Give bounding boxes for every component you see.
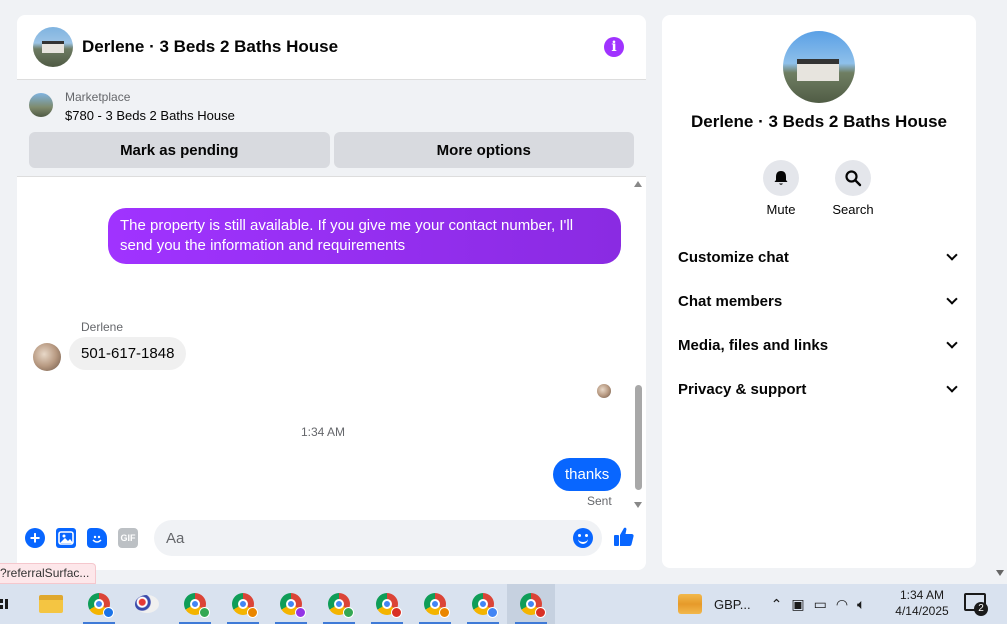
sender-avatar[interactable] xyxy=(33,343,61,371)
chrome-icon xyxy=(280,593,306,618)
wifi-icon[interactable]: ◠ xyxy=(836,596,848,613)
emoji-icon[interactable] xyxy=(573,528,593,548)
scrollbar-thumb[interactable] xyxy=(635,385,642,490)
profile-badge-icon xyxy=(535,607,546,618)
scroll-up-arrow-icon[interactable] xyxy=(634,181,642,187)
chrome-icon xyxy=(424,593,450,618)
listing-price-title[interactable]: $780 - 3 Beds 2 Baths House xyxy=(65,106,634,126)
clock-date: 4/14/2025 xyxy=(895,604,949,618)
outgoing-message[interactable]: thanks xyxy=(553,458,622,491)
profile-badge-icon xyxy=(343,607,354,618)
message-scrollbar[interactable] xyxy=(634,177,646,511)
taskbar-chrome-1[interactable] xyxy=(75,584,123,624)
section-chat-members[interactable]: Chat members xyxy=(678,289,960,313)
taskbar-chrome-8[interactable] xyxy=(459,584,507,624)
incoming-message[interactable]: 501-617-1848 xyxy=(69,337,187,370)
chrome-icon xyxy=(376,593,402,618)
conversation-avatar[interactable] xyxy=(783,31,855,103)
message-timestamp: 1:34 AM xyxy=(300,425,346,439)
chrome-icon xyxy=(232,593,258,618)
chevron-up-icon[interactable]: ⌃ xyxy=(771,596,783,613)
mute-label: Mute xyxy=(766,202,796,217)
chrome-icon xyxy=(88,593,114,618)
page-scroll-down-icon[interactable] xyxy=(996,570,1004,576)
meet-now-icon[interactable]: ▣ xyxy=(791,596,804,613)
sticker-icon[interactable] xyxy=(87,528,107,548)
taskbar-chrome-3[interactable] xyxy=(219,584,267,624)
section-label: Media, files and links xyxy=(678,336,829,354)
chevron-down-icon[interactable] xyxy=(946,381,958,393)
taskbar-chrome-6[interactable] xyxy=(363,584,411,624)
system-tray: GBP... ⌃ ▣ ▭ ◠ 🔈︎ xyxy=(678,584,865,624)
taskbar-chrome-2[interactable] xyxy=(171,584,219,624)
photo-icon[interactable] xyxy=(56,528,76,548)
sender-name: Derlene xyxy=(81,320,124,334)
listing-thumbnail[interactable] xyxy=(29,93,53,117)
section-media-files-links[interactable]: Media, files and links xyxy=(678,333,960,357)
chat-title[interactable]: Derlene · 3 Beds 2 Baths House xyxy=(82,37,338,57)
bell-icon[interactable] xyxy=(763,160,799,196)
message-list: The property is still available. If you … xyxy=(17,177,646,511)
tray-app-label[interactable]: GBP... xyxy=(714,597,751,612)
marketplace-bar: Marketplace $780 - 3 Beds 2 Baths House … xyxy=(17,80,646,177)
chevron-down-icon[interactable] xyxy=(946,337,958,349)
profile-badge-icon xyxy=(199,607,210,618)
profile-badge-icon xyxy=(487,607,498,618)
status-url-tooltip: ?referralSurfac... xyxy=(0,563,97,584)
chevron-down-icon[interactable] xyxy=(946,249,958,261)
paint-icon[interactable] xyxy=(123,584,171,624)
chrome-icon xyxy=(520,593,546,618)
gif-icon[interactable]: GIF xyxy=(118,528,138,548)
chat-header: Derlene · 3 Beds 2 Baths House i xyxy=(17,15,646,80)
volume-icon[interactable]: 🔈︎ xyxy=(857,596,865,613)
taskbar-chrome-7[interactable] xyxy=(411,584,459,624)
clock-time: 1:34 AM xyxy=(899,588,945,602)
mark-as-pending-button[interactable]: Mark as pending xyxy=(29,132,330,168)
taskbar-chrome-4[interactable] xyxy=(267,584,315,624)
seen-indicator-avatar xyxy=(597,384,611,398)
mute-action[interactable]: Mute xyxy=(751,160,811,217)
profile-badge-icon xyxy=(295,607,306,618)
chrome-icon xyxy=(328,593,354,618)
conversation-info-panel: Derlene · 3 Beds 2 Baths House Mute Sear… xyxy=(662,15,976,568)
section-label: Customize chat xyxy=(678,248,789,266)
profile-badge-icon xyxy=(247,607,258,618)
battery-icon[interactable]: ▭ xyxy=(814,596,827,613)
taskbar-chrome-9[interactable] xyxy=(507,584,555,624)
like-thumbs-up-icon[interactable] xyxy=(613,526,635,548)
chrome-icon xyxy=(184,593,210,618)
listing-avatar[interactable] xyxy=(33,27,73,67)
profile-badge-icon xyxy=(103,607,114,618)
section-customize-chat[interactable]: Customize chat xyxy=(678,245,960,269)
scroll-down-arrow-icon[interactable] xyxy=(634,502,642,508)
chevron-down-icon[interactable] xyxy=(946,293,958,305)
search-label: Search xyxy=(832,202,874,217)
file-explorer-icon[interactable] xyxy=(27,584,75,624)
section-label: Privacy & support xyxy=(678,380,807,398)
profile-badge-icon xyxy=(391,607,402,618)
windows-taskbar: GBP... ⌃ ▣ ▭ ◠ 🔈︎ 1:34 AM 4/14/2025 2 xyxy=(0,584,1007,624)
taskbar-clock[interactable]: 1:34 AM 4/14/2025 xyxy=(886,587,958,619)
task-view-icon[interactable] xyxy=(0,584,14,624)
taskbar-chrome-5[interactable] xyxy=(315,584,363,624)
profile-badge-icon xyxy=(439,607,450,618)
more-options-button[interactable]: More options xyxy=(333,132,634,168)
message-composer: + GIF xyxy=(17,515,646,561)
outgoing-message[interactable]: The property is still available. If you … xyxy=(108,208,621,264)
section-privacy-support[interactable]: Privacy & support xyxy=(678,377,960,401)
chrome-icon xyxy=(472,593,498,618)
chat-panel: Derlene · 3 Beds 2 Baths House i Marketp… xyxy=(17,15,646,570)
sent-status: Sent xyxy=(587,494,612,508)
marketplace-label: Marketplace xyxy=(65,90,131,104)
conversation-title: Derlene · 3 Beds 2 Baths House xyxy=(690,112,948,131)
search-icon[interactable] xyxy=(835,160,871,196)
message-input[interactable] xyxy=(154,520,602,556)
currency-widget-icon[interactable] xyxy=(678,594,702,614)
plus-icon[interactable]: + xyxy=(25,528,45,548)
section-label: Chat members xyxy=(678,292,783,310)
search-action[interactable]: Search xyxy=(823,160,883,217)
info-icon[interactable]: i xyxy=(604,37,624,57)
notification-count-badge: 2 xyxy=(974,602,988,616)
